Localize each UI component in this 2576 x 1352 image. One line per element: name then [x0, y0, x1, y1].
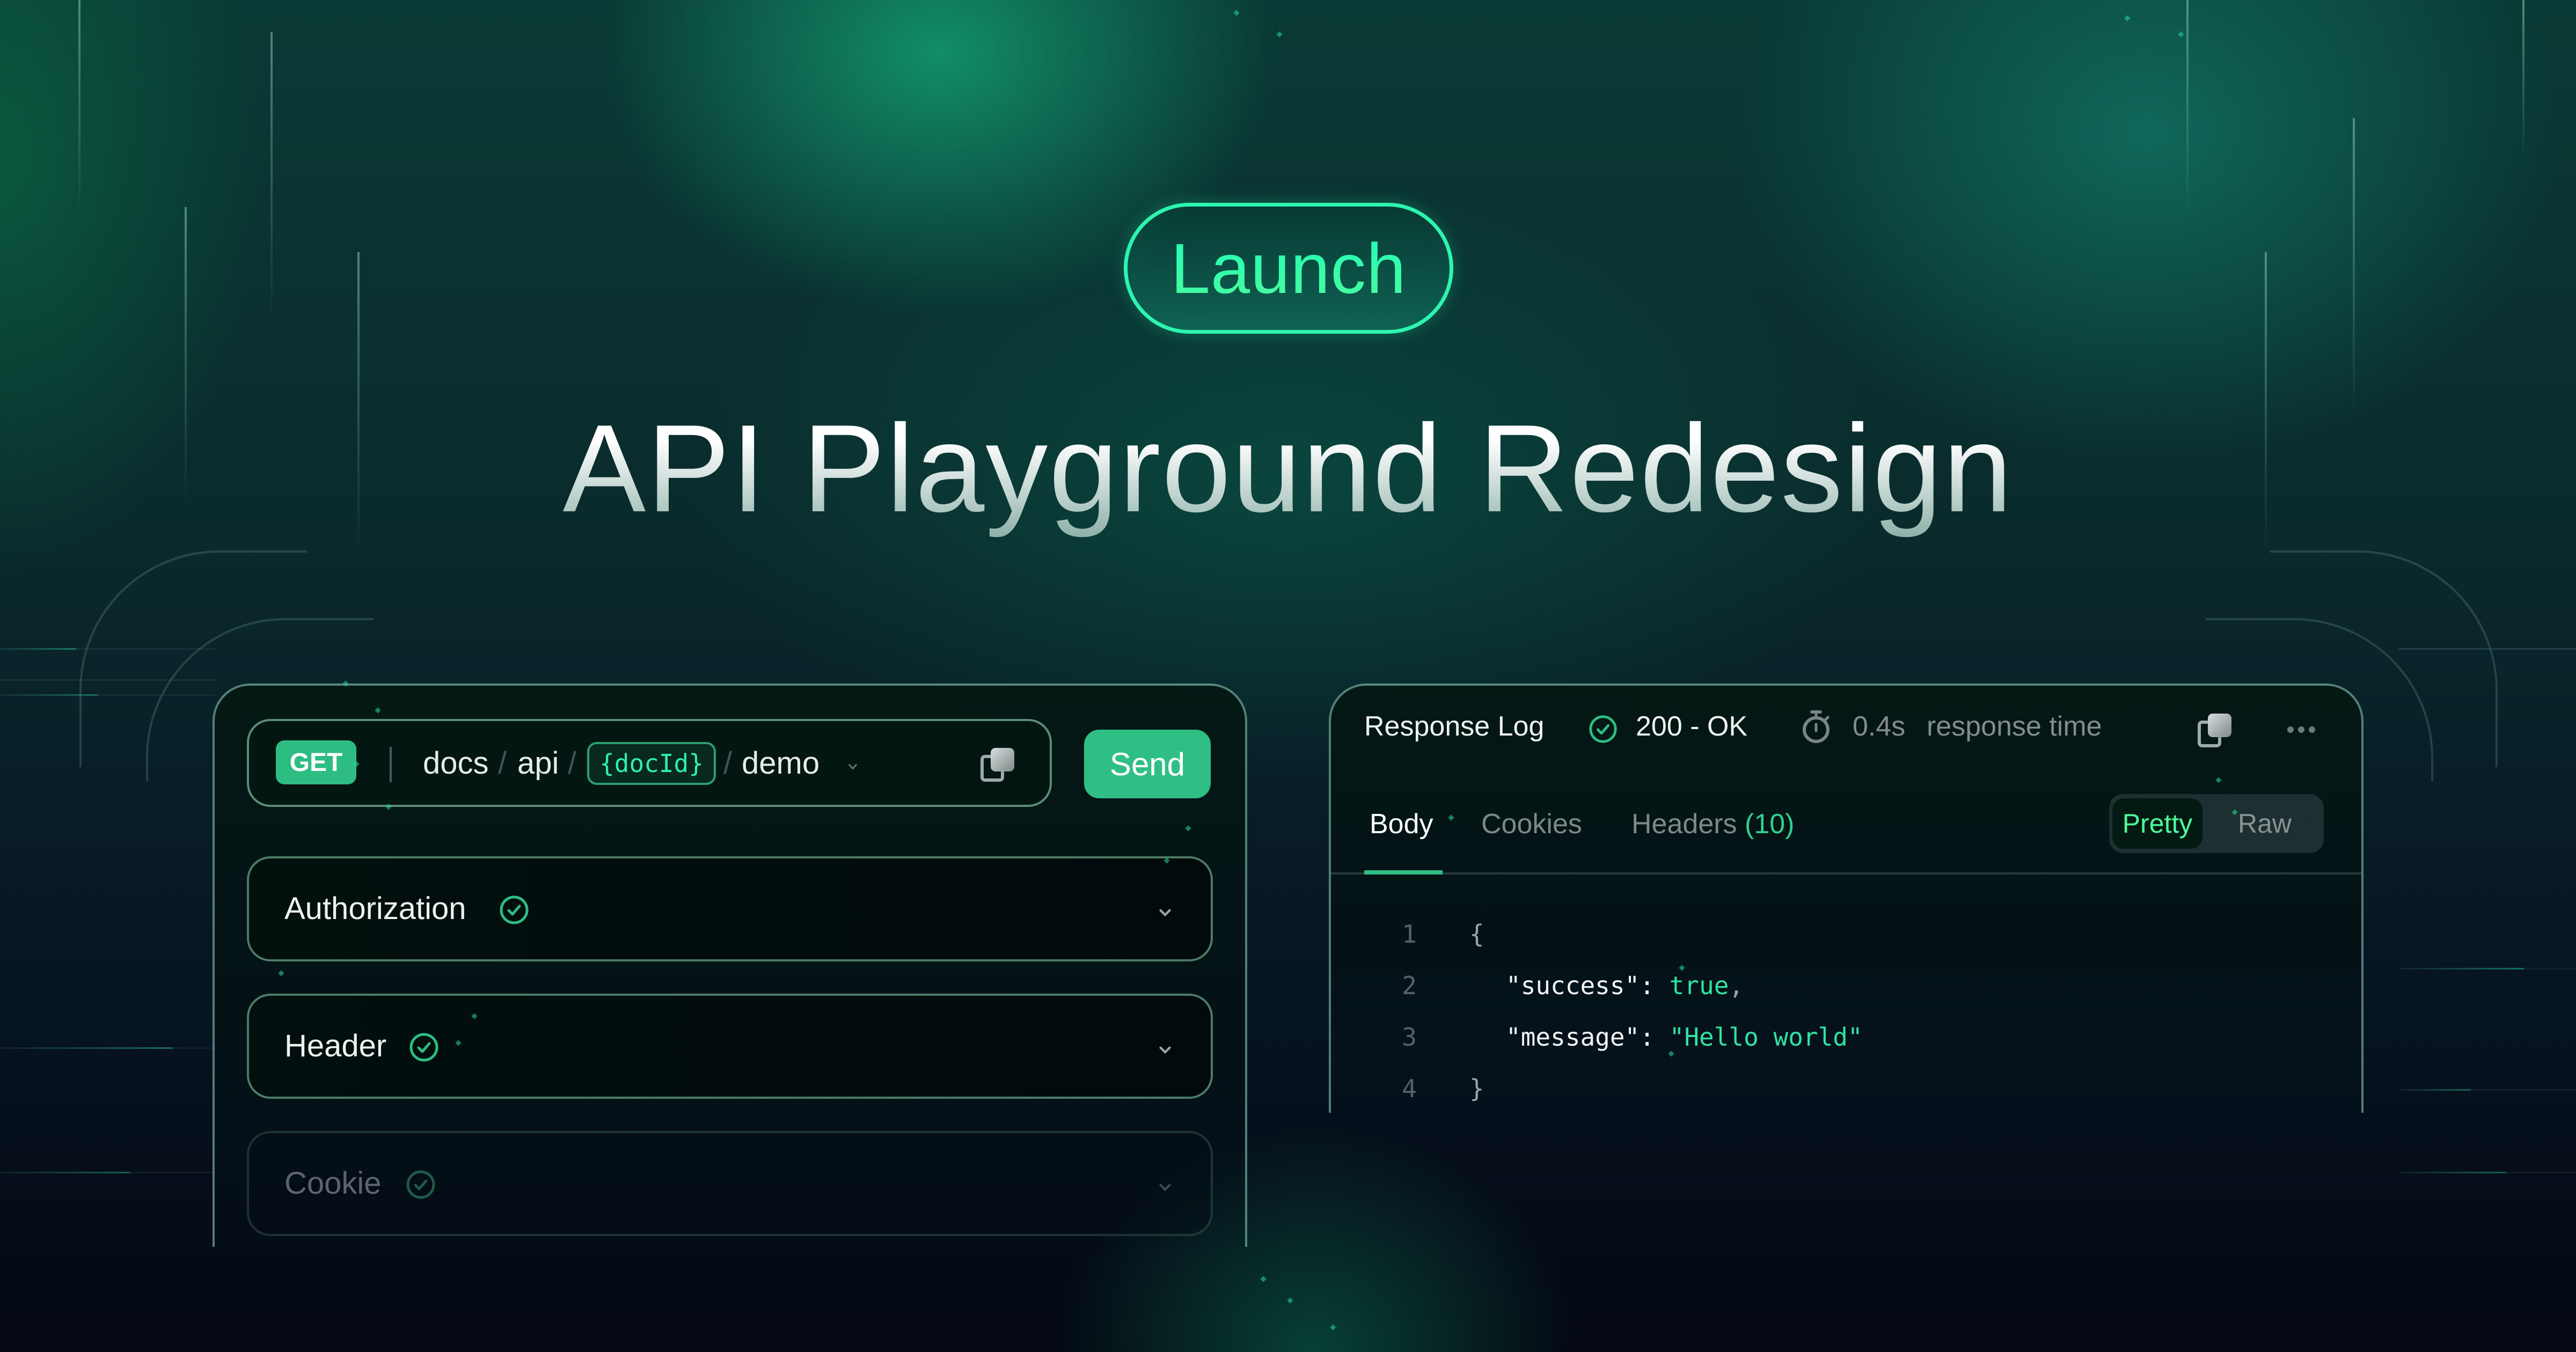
tab-cookies[interactable]: Cookies: [1481, 808, 1582, 840]
code-brace: {: [1469, 920, 1484, 949]
line-number: 2: [1402, 971, 1417, 1000]
check-circle-icon: [1589, 715, 1617, 743]
chevron-down-icon[interactable]: [1156, 1178, 1174, 1196]
path-segment[interactable]: demo: [742, 744, 819, 783]
active-tab-indicator: [1364, 870, 1443, 875]
accordion-cookie[interactable]: Cookie: [247, 1131, 1213, 1236]
more-options-icon[interactable]: [2287, 726, 2315, 733]
json-value: "Hello world": [1669, 1023, 1863, 1052]
decor-line: [2186, 0, 2189, 215]
chevron-down-icon[interactable]: [847, 761, 859, 773]
tab-label: Body: [1370, 809, 1433, 840]
code-brace: }: [1469, 1074, 1484, 1103]
url-divider: [390, 747, 392, 782]
line-number: 1: [1402, 920, 1417, 949]
decor-line: [2399, 968, 2576, 969]
line-number: 4: [1402, 1074, 1417, 1103]
tab-label: Headers: [1631, 809, 1737, 840]
tab-body[interactable]: Body: [1370, 808, 1433, 840]
accordion-label: Cookie: [284, 1166, 382, 1201]
copy-icon[interactable]: [2197, 711, 2235, 748]
tabs-divider: [1331, 872, 2361, 875]
decor-line: [270, 32, 273, 322]
decor-line: [0, 1047, 215, 1049]
decor-line: [0, 679, 215, 681]
path-param[interactable]: {docId}: [587, 742, 716, 785]
path-separator: /: [568, 746, 577, 781]
code-line: }: [1469, 1074, 1484, 1103]
code-line: {: [1469, 920, 1484, 949]
accordion-label: Authorization: [284, 891, 466, 926]
decor-line: [0, 1172, 215, 1173]
path-separator: /: [498, 746, 507, 781]
chevron-down-icon[interactable]: [1156, 1041, 1174, 1059]
check-circle-icon: [500, 895, 529, 924]
decor-line: [2399, 1172, 2576, 1173]
send-button[interactable]: Send: [1084, 730, 1211, 798]
decor-line: [2353, 118, 2355, 418]
response-time-value: 0.4s: [1853, 711, 1906, 742]
path-segment[interactable]: api: [517, 744, 559, 783]
stopwatch-icon: [1803, 710, 1829, 743]
tab-label: Cookies: [1481, 809, 1582, 840]
tab-headers[interactable]: Headers (10): [1631, 808, 1795, 840]
code-line: "message": "Hello world": [1506, 1023, 1863, 1052]
accordion-authorization[interactable]: Authorization: [247, 856, 1213, 961]
status-code: 200 - OK: [1636, 711, 1748, 742]
json-key: "success": [1506, 971, 1640, 1000]
decor-line: [2399, 648, 2576, 650]
view-mode-pretty[interactable]: Pretty: [2112, 798, 2202, 849]
check-circle-icon: [406, 1170, 435, 1199]
json-value: true: [1669, 971, 1729, 1000]
decor-line: [78, 0, 80, 215]
decor-line: [0, 694, 215, 696]
view-mode-raw[interactable]: Raw: [2216, 798, 2313, 849]
decor-line: [2399, 1089, 2576, 1091]
response-title: Response Log: [1364, 711, 1545, 742]
launch-badge-label: Launch: [1170, 229, 1407, 308]
code-line: "success": true,: [1506, 971, 1744, 1000]
copy-icon[interactable]: [980, 746, 1018, 782]
chevron-down-icon[interactable]: [1156, 903, 1174, 922]
path-separator: /: [723, 746, 733, 781]
tab-count: (10): [1745, 809, 1795, 840]
accordion-header[interactable]: Header: [247, 994, 1213, 1099]
path-segment[interactable]: docs: [423, 744, 489, 783]
json-punct: ,: [1729, 971, 1744, 1000]
line-number: 3: [1402, 1023, 1417, 1052]
response-time-label: response time: [1927, 711, 2102, 742]
page-title: API Playground Redesign: [0, 397, 2576, 540]
decor-line: [0, 648, 215, 650]
check-circle-icon: [409, 1033, 438, 1062]
view-mode-toggle[interactable]: Pretty Raw: [2109, 794, 2324, 853]
json-key: "message": [1506, 1023, 1640, 1052]
accordion-label: Header: [284, 1028, 387, 1063]
method-badge[interactable]: GET: [276, 740, 356, 784]
decor-line: [2522, 0, 2524, 161]
launch-badge: Launch: [1124, 203, 1453, 334]
